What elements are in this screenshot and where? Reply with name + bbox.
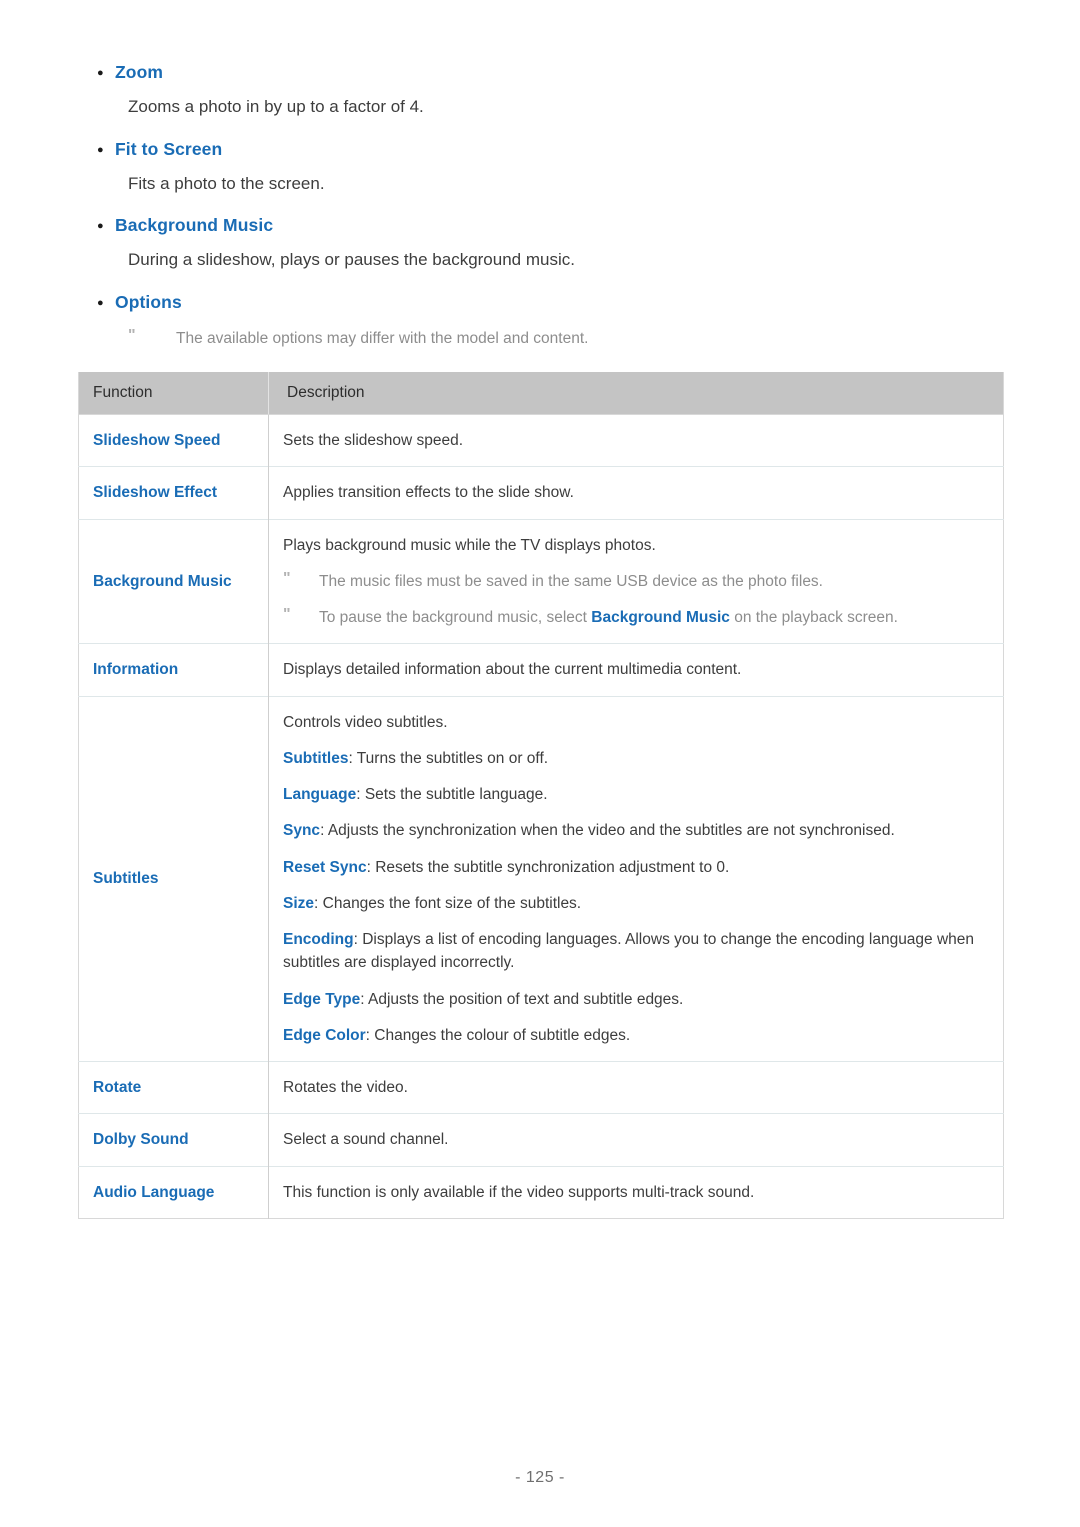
inline-keyword[interactable]: Edge Color (283, 1027, 366, 1044)
inline-keyword[interactable]: Background Music (591, 609, 730, 626)
function-name-cell[interactable]: Slideshow Speed (78, 414, 269, 467)
description-cell: Applies transition effects to the slide … (268, 466, 1004, 520)
options-note: " The available options may differ with … (128, 327, 1002, 350)
feature-item-fit-to-screen: Fit to Screen Fits a photo to the screen… (78, 139, 1002, 197)
description-line: Edge Color: Changes the colour of subtit… (283, 1026, 631, 1044)
description-line: Encoding: Displays a list of encoding la… (283, 931, 975, 972)
inline-keyword[interactable]: Size (283, 895, 314, 912)
description-line: Subtitles: Turns the subtitles on or off… (283, 749, 549, 767)
description-cell: Controls video subtitles. Subtitles: Turn… (268, 695, 1004, 1062)
description-line: This function is only available if the v… (283, 1183, 755, 1201)
page-number: - 125 - (515, 1469, 565, 1486)
description-line: Displays detailed information about the … (283, 661, 742, 679)
description-cell: Plays background music while the TV disp… (268, 518, 1004, 644)
table-row: Dolby Sound Select a sound channel. (78, 1113, 1004, 1167)
table-row: Slideshow Effect Applies transition effec… (78, 466, 1004, 520)
note-quote-icon: " (283, 569, 291, 587)
table-row: Background Music Plays background music w… (78, 518, 1004, 644)
note-text: The available options may differ with th… (176, 329, 589, 347)
feature-item-zoom: Zoom Zooms a photo in by up to a factor … (78, 62, 1002, 120)
column-header-function: Function (78, 372, 269, 416)
description-line: Select a sound channel. (283, 1131, 449, 1149)
description-line: Reset Sync: Resets the subtitle synchron… (283, 858, 730, 876)
description-line: Applies transition effects to the slide … (283, 484, 574, 502)
feature-heading: Zoom (78, 62, 1002, 83)
bullet-dot-icon (97, 294, 115, 309)
description-cell: This function is only available if the v… (268, 1165, 1004, 1219)
options-table-wrapper: Function Description Slideshow Speed Sets… (0, 372, 1080, 1219)
function-name-cell[interactable]: Dolby Sound (78, 1113, 269, 1167)
note-text: To pause the background music, select Ba… (319, 609, 898, 627)
function-name-cell[interactable]: Subtitles (78, 695, 269, 1062)
description-cell: Displays detailed information about the … (268, 643, 1004, 697)
feature-title: Fit to Screen (115, 138, 223, 159)
feature-heading: Fit to Screen (78, 139, 1002, 160)
function-name-cell[interactable]: Slideshow Effect (78, 466, 269, 520)
description-line: Size: Changes the font size of the subti… (283, 894, 582, 912)
function-name-cell[interactable]: Information (78, 643, 269, 697)
description-line: Plays background music while the TV disp… (283, 536, 656, 554)
column-header-description: Description (268, 372, 1004, 416)
description-line: Language: Sets the subtitle language. (283, 786, 548, 804)
feature-item-background-music: Background Music During a slideshow, pla… (78, 215, 1002, 273)
feature-title: Zoom (115, 62, 164, 82)
table-row: Subtitles Controls video subtitles. Subtit… (78, 695, 1004, 1062)
feature-heading: Background Music (78, 215, 1002, 236)
table-row: Slideshow Speed Sets the slideshow speed. (78, 414, 1004, 467)
table-row: Rotate Rotates the video. (78, 1061, 1004, 1114)
description-line: Edge Type: Adjusts the position of text … (283, 990, 684, 1008)
inline-keyword[interactable]: Reset Sync (283, 859, 367, 876)
feature-title: Background Music (115, 215, 274, 236)
feature-description: During a slideshow, plays or pauses the … (128, 250, 575, 270)
inline-keyword[interactable]: Sync (283, 822, 320, 839)
description-cell: Rotates the video. (268, 1061, 1004, 1114)
inline-note: " To pause the background music, select B… (283, 606, 989, 629)
table-row: Information Displays detailed information… (78, 643, 1004, 697)
description-line: Sync: Adjusts the synchronization when t… (283, 822, 895, 840)
feature-item-options: Options " The available options may diff… (78, 292, 1002, 350)
table-row: Audio Language This function is only avai… (78, 1165, 1004, 1219)
feature-description: Zooms a photo in by up to a factor of 4. (128, 97, 424, 116)
table-body: Slideshow Speed Sets the slideshow speed.… (78, 414, 1004, 1219)
inline-keyword[interactable]: Subtitles (283, 750, 348, 767)
inline-keyword[interactable]: Edge Type (283, 991, 360, 1008)
bullet-dot-icon (97, 141, 115, 156)
description-line: Sets the slideshow speed. (283, 432, 464, 450)
document-page: Zoom Zooms a photo in by up to a factor … (0, 0, 1080, 1527)
note-quote-icon: " (128, 326, 136, 344)
inline-keyword[interactable]: Language (283, 786, 356, 803)
inline-keyword[interactable]: Encoding (283, 931, 354, 948)
bullet-dot-icon (97, 217, 115, 232)
description-cell: Select a sound channel. (268, 1113, 1004, 1167)
function-name-cell[interactable]: Audio Language (78, 1165, 269, 1219)
options-table: Function Description Slideshow Speed Sets… (78, 372, 1004, 1219)
bullet-dot-icon (97, 64, 115, 79)
inline-note: " The music files must be saved in the sa… (283, 570, 989, 593)
feature-description: Fits a photo to the screen. (128, 173, 325, 193)
description-line: Rotates the video. (283, 1079, 408, 1097)
note-quote-icon: " (283, 606, 291, 624)
description-cell: Sets the slideshow speed. (269, 415, 1004, 467)
note-text: The music files must be saved in the sam… (319, 572, 823, 590)
feature-heading: Options (78, 292, 1002, 313)
feature-list: Zoom Zooms a photo in by up to a factor … (0, 0, 1080, 350)
table-header-row: Function Description (78, 372, 1004, 416)
description-line: Controls video subtitles. (283, 713, 448, 731)
table-header: Function Description (78, 372, 1004, 416)
function-name-cell[interactable]: Background Music (78, 518, 269, 644)
function-name-cell[interactable]: Rotate (78, 1061, 269, 1114)
feature-title: Options (115, 291, 182, 312)
